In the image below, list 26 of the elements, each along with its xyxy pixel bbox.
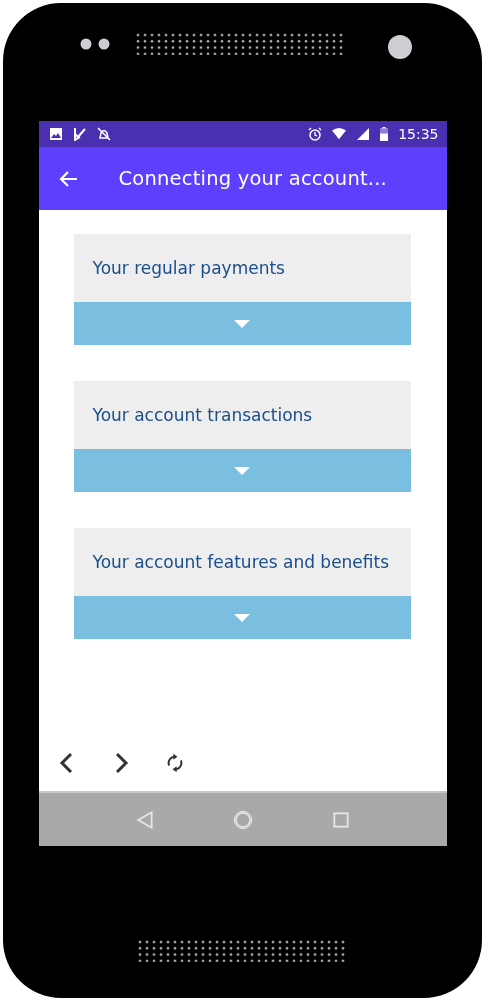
- caret-down-icon: [234, 613, 250, 622]
- image-icon: [48, 127, 63, 141]
- signal-icon: [356, 127, 371, 141]
- speaker-grille-icon: [136, 33, 346, 55]
- expand-toggle[interactable]: [73, 449, 411, 492]
- expand-toggle[interactable]: [73, 302, 411, 345]
- sensor-icon: [80, 38, 110, 50]
- battery-icon: [380, 127, 389, 141]
- checkmark-icon: [72, 127, 87, 141]
- caret-down-icon: [234, 466, 250, 475]
- camera-icon: [388, 35, 412, 59]
- home-circle-icon[interactable]: [232, 809, 253, 830]
- status-time: 15:35: [398, 126, 439, 142]
- recents-square-icon[interactable]: [330, 809, 351, 830]
- alarm-icon: [308, 127, 323, 141]
- section-title: Your account features and benefits: [73, 528, 411, 596]
- section-title: Your account transactions: [73, 381, 411, 449]
- speaker-grille-icon: [137, 940, 348, 962]
- app-bar-title: Connecting your account...: [118, 167, 387, 190]
- alarm-off-icon: [96, 127, 111, 141]
- back-triangle-icon[interactable]: [134, 809, 155, 830]
- section-title: Your regular payments: [73, 234, 411, 302]
- caret-down-icon: [234, 319, 250, 328]
- expand-toggle[interactable]: [73, 596, 411, 639]
- wifi-icon: [332, 127, 347, 141]
- back-arrow-icon[interactable]: [58, 168, 79, 189]
